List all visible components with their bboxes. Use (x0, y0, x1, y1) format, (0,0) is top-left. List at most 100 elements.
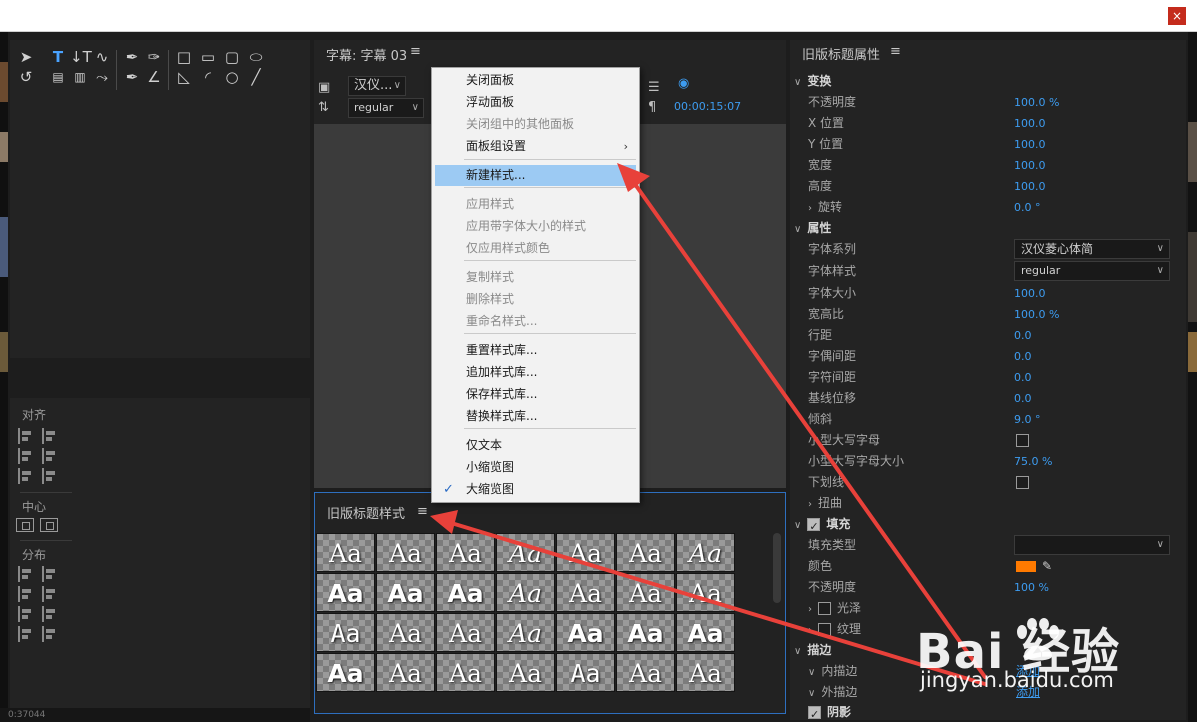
style-swatch[interactable]: Aa (616, 533, 675, 572)
fill-section-header[interactable]: ∨ 填充 (794, 514, 850, 537)
menu-item[interactable]: 复制样式 (435, 267, 636, 288)
paragraph-icon[interactable]: ¶ (648, 100, 656, 115)
style-swatch[interactable]: Aa (316, 573, 375, 612)
transform-row-value[interactable]: 100.0 (1014, 155, 1046, 176)
style-swatch[interactable]: Aa (496, 533, 555, 572)
transform-section-header[interactable]: ∨ 变换 (794, 71, 831, 92)
style-swatch[interactable]: Aa (496, 653, 555, 692)
style-swatch[interactable]: Aa (676, 533, 735, 572)
show-background-video-icon[interactable]: ◉ (678, 76, 689, 91)
style-swatch[interactable]: Aa (616, 573, 675, 612)
menu-item[interactable]: 追加样式库... (435, 362, 636, 383)
style-swatch[interactable]: Aa (376, 573, 435, 612)
shadow-checkbox[interactable] (808, 704, 821, 722)
rounded-rect-tool-icon[interactable]: ▭ (198, 48, 218, 66)
menu-item[interactable]: 面板组设置 › (435, 136, 636, 157)
center-horizontal-icon[interactable] (16, 518, 34, 532)
styles-menu-hamburger-icon[interactable]: ≡ (417, 504, 428, 519)
style-swatch[interactable]: Aa (496, 613, 555, 652)
font-style-dropdown[interactable]: regular ∨ (348, 98, 424, 118)
clipped-rect-tool-icon[interactable]: ▢ (222, 48, 242, 66)
styles-scrollbar[interactable] (773, 533, 781, 603)
transform-row-value[interactable]: 0.0 ° (1014, 197, 1041, 218)
fill-type-select[interactable]: ∨ (1014, 535, 1170, 555)
menu-item[interactable]: 重命名样式... (435, 311, 636, 332)
tab-stops-icon[interactable]: ⇅ (318, 100, 329, 115)
rectangle-tool-icon[interactable]: □ (174, 48, 194, 66)
align-top-icon[interactable] (42, 448, 58, 464)
timecode[interactable]: 00:00:15:07 (674, 100, 741, 113)
close-icon[interactable]: × (1168, 7, 1186, 25)
style-swatch[interactable]: Aa (676, 573, 735, 612)
style-swatch[interactable]: Aa (376, 653, 435, 692)
style-swatch[interactable]: Aa (316, 653, 375, 692)
style-swatch[interactable]: Aa (316, 533, 375, 572)
menu-item[interactable]: 保存样式库... (435, 384, 636, 405)
style-swatch[interactable]: Aa (496, 573, 555, 612)
transform-row-value[interactable]: 100.0 (1014, 113, 1046, 134)
style-swatch[interactable]: Aa (556, 573, 615, 612)
vertical-path-type-tool-icon[interactable]: ⤳ (92, 68, 112, 86)
attribute-row-value[interactable]: 0.0 (1014, 388, 1032, 409)
shadow-section-header[interactable]: 阴影 (794, 702, 851, 722)
attribute-row-value[interactable]: 100.0 % (1014, 304, 1059, 325)
rotate-tool-icon[interactable]: ↺ (16, 68, 36, 86)
menu-item[interactable]: 应用样式 (435, 194, 636, 215)
menu-item[interactable]: 删除样式 (435, 289, 636, 310)
menu-item[interactable]: 应用带字体大小的样式 (435, 216, 636, 237)
attribute-row-value[interactable]: 0.0 (1014, 325, 1032, 346)
texture-checkbox[interactable] (818, 623, 831, 636)
style-swatch[interactable]: Aa (436, 613, 495, 652)
distribute-right-icon[interactable] (18, 586, 34, 602)
style-swatch[interactable]: Aa (556, 653, 615, 692)
align-right-icon[interactable] (18, 448, 34, 464)
attribute-row-value[interactable]: 0.0 (1014, 367, 1032, 388)
menu-item[interactable]: 小缩览图 (435, 457, 636, 478)
align-bottom-icon[interactable] (42, 468, 58, 484)
style-swatch[interactable]: Aa (376, 613, 435, 652)
vertical-area-type-tool-icon[interactable]: ▥ (70, 68, 90, 86)
distort-row[interactable]: › 扭曲 (790, 493, 1186, 514)
attribute-row-value[interactable]: 100.0 (1014, 283, 1046, 304)
menu-item[interactable]: 新建样式... (435, 165, 636, 186)
type-tool-icon[interactable]: T (48, 48, 68, 66)
ellipse-tool-icon[interactable]: ○ (222, 68, 242, 86)
underline-checkbox[interactable] (1016, 476, 1029, 489)
fill-opacity-value[interactable]: 100 % (1014, 577, 1049, 598)
font-family-select[interactable]: 汉仪菱心体简 ∨ (1014, 239, 1170, 259)
selection-tool-icon[interactable]: ➤ (16, 48, 36, 66)
distribute-center-icon[interactable] (42, 566, 58, 582)
attribute-row-value[interactable]: 0.0 (1014, 346, 1032, 367)
area-type-tool-icon[interactable]: ▤ (48, 68, 68, 86)
eyedropper-icon[interactable]: ✎ (1042, 556, 1052, 577)
align-middle-icon[interactable] (18, 468, 34, 484)
menu-item[interactable]: 浮动面板 (435, 92, 636, 113)
style-swatch[interactable]: Aa (436, 573, 495, 612)
transform-row-value[interactable]: 100.0 (1014, 176, 1046, 197)
font-style-select[interactable]: regular ∨ (1014, 261, 1170, 281)
style-swatch[interactable]: Aa (556, 613, 615, 652)
align-text-icon[interactable]: ☰ (648, 80, 660, 95)
vertical-type-tool-icon[interactable]: ↓T (70, 48, 92, 66)
attribute-row-value[interactable]: 9.0 ° (1014, 409, 1041, 430)
align-left-icon[interactable] (18, 428, 34, 444)
align-center-h-icon[interactable] (42, 428, 58, 444)
path-type-tool-icon[interactable]: ∿ (92, 48, 112, 66)
distribute-h-space-icon[interactable] (18, 626, 34, 642)
delete-anchor-tool-icon[interactable]: ✑ (144, 48, 164, 66)
style-swatch[interactable]: Aa (556, 533, 615, 572)
style-swatch[interactable]: Aa (436, 533, 495, 572)
style-swatch[interactable]: Aa (616, 653, 675, 692)
wedge-tool-icon[interactable]: ◺ (174, 68, 194, 86)
stroke-section-header[interactable]: ∨ 描边 (794, 640, 831, 661)
menu-item[interactable]: 重置样式库... (435, 340, 636, 361)
distribute-left-icon[interactable] (18, 566, 34, 582)
style-swatch[interactable]: Aa (616, 613, 675, 652)
distribute-middle-icon[interactable] (18, 606, 34, 622)
small-caps-checkbox[interactable] (1016, 434, 1029, 447)
style-swatch[interactable]: Aa (436, 653, 495, 692)
menu-item[interactable]: 仅应用样式颜色 (435, 238, 636, 259)
center-vertical-icon[interactable] (40, 518, 58, 532)
attributes-section-header[interactable]: ∨ 属性 (794, 218, 831, 239)
line-tool-icon[interactable]: ╱ (246, 68, 266, 86)
